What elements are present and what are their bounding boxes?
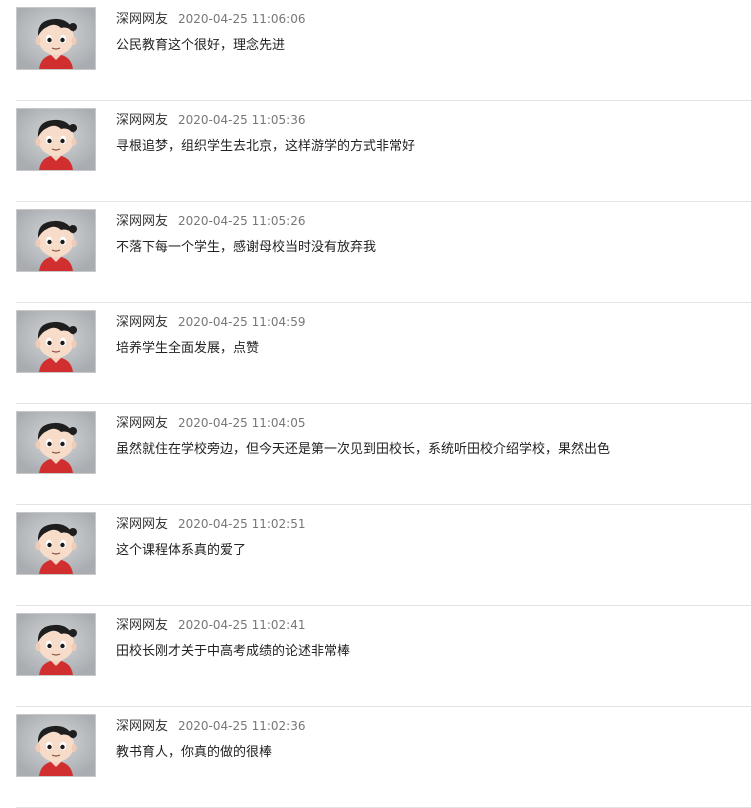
default-user-avatar-icon xyxy=(17,614,95,675)
comment-author: 深网网友 xyxy=(116,113,169,128)
avatar[interactable] xyxy=(16,512,96,575)
comment-author: 深网网友 xyxy=(116,618,169,633)
comment-author: 深网网友 xyxy=(116,416,169,431)
default-user-avatar-icon xyxy=(17,311,95,372)
comment-time: 2020-04-25 11:04:59 xyxy=(178,315,306,329)
default-user-avatar-icon xyxy=(17,8,95,69)
default-user-avatar-icon xyxy=(17,412,95,473)
default-user-avatar-icon xyxy=(17,715,95,776)
avatar[interactable] xyxy=(16,714,96,777)
comment-text: 这个课程体系真的爱了 xyxy=(116,543,247,558)
comment-item: 深网网友 2020-04-25 11:04:05 虽然就住在学校旁边，但今天还是第… xyxy=(0,404,751,505)
default-user-avatar-icon xyxy=(17,109,95,170)
comment-list: 深网网友 2020-04-25 11:06:06 公民教育这个很好，理念先进 深… xyxy=(0,0,751,808)
comment-meta: 深网网友 2020-04-25 11:04:05 xyxy=(116,413,305,431)
comment-time: 2020-04-25 11:05:26 xyxy=(178,214,306,228)
comment-time: 2020-04-25 11:02:41 xyxy=(178,618,306,632)
comment-meta: 深网网友 2020-04-25 11:02:36 xyxy=(116,716,305,734)
comment-text: 教书育人，你真的做的很棒 xyxy=(116,745,273,760)
comment-author: 深网网友 xyxy=(116,719,169,734)
comment-meta: 深网网友 2020-04-25 11:02:51 xyxy=(116,514,305,532)
comment-item: 深网网友 2020-04-25 11:02:41 田校长刚才关于中高考成绩的论述非… xyxy=(0,606,751,707)
comment-meta: 深网网友 2020-04-25 11:05:36 xyxy=(116,110,305,128)
comment-text: 不落下每一个学生，感谢母校当时没有放弃我 xyxy=(116,240,377,255)
comment-text: 田校长刚才关于中高考成绩的论述非常棒 xyxy=(116,644,351,659)
avatar[interactable] xyxy=(16,310,96,373)
comment-meta: 深网网友 2020-04-25 11:06:06 xyxy=(116,9,305,27)
comment-item: 深网网友 2020-04-25 11:04:59 培养学生全面发展，点赞 xyxy=(0,303,751,404)
avatar[interactable] xyxy=(16,209,96,272)
comment-text: 寻根追梦，组织学生去北京，这样游学的方式非常好 xyxy=(116,139,416,154)
default-user-avatar-icon xyxy=(17,210,95,271)
comment-author: 深网网友 xyxy=(116,315,169,330)
avatar[interactable] xyxy=(16,411,96,474)
comment-item: 深网网友 2020-04-25 11:05:36 寻根追梦，组织学生去北京，这样游… xyxy=(0,101,751,202)
comment-time: 2020-04-25 11:06:06 xyxy=(178,12,306,26)
avatar[interactable] xyxy=(16,613,96,676)
comment-time: 2020-04-25 11:05:36 xyxy=(178,113,306,127)
comment-time: 2020-04-25 11:04:05 xyxy=(178,416,306,430)
avatar[interactable] xyxy=(16,7,96,70)
comment-item: 深网网友 2020-04-25 11:05:26 不落下每一个学生，感谢母校当时没… xyxy=(0,202,751,303)
comment-time: 2020-04-25 11:02:51 xyxy=(178,517,306,531)
comment-text: 公民教育这个很好，理念先进 xyxy=(116,38,286,53)
comment-item: 深网网友 2020-04-25 11:02:51 这个课程体系真的爱了 xyxy=(0,505,751,606)
comment-text: 培养学生全面发展，点赞 xyxy=(116,341,260,356)
avatar[interactable] xyxy=(16,108,96,171)
comment-meta: 深网网友 2020-04-25 11:02:41 xyxy=(116,615,305,633)
comment-time: 2020-04-25 11:02:36 xyxy=(178,719,306,733)
comment-item: 深网网友 2020-04-25 11:06:06 公民教育这个很好，理念先进 xyxy=(0,0,751,101)
comment-meta: 深网网友 2020-04-25 11:05:26 xyxy=(116,211,305,229)
comment-author: 深网网友 xyxy=(116,517,169,532)
default-user-avatar-icon xyxy=(17,513,95,574)
comment-author: 深网网友 xyxy=(116,214,169,229)
comment-author: 深网网友 xyxy=(116,12,169,27)
comment-meta: 深网网友 2020-04-25 11:04:59 xyxy=(116,312,305,330)
comment-item: 深网网友 2020-04-25 11:02:36 教书育人，你真的做的很棒 xyxy=(0,707,751,808)
comment-text: 虽然就住在学校旁边，但今天还是第一次见到田校长，系统听田校介绍学校，果然出色 xyxy=(116,442,611,457)
